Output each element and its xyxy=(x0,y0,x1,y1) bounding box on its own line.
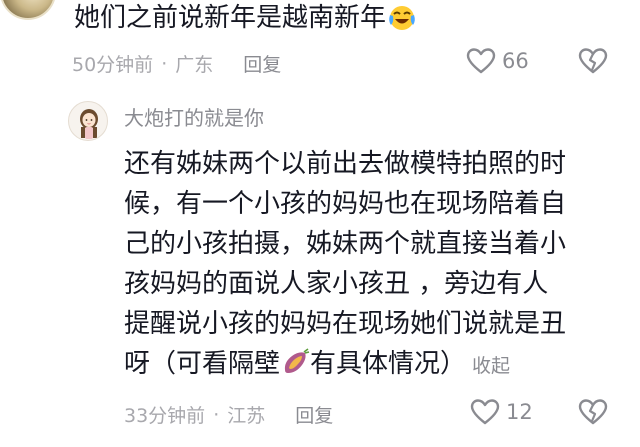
comment-content: 她们之前说新年是越南新年 xyxy=(74,3,387,33)
comment-line: 候，有一个小孩的妈妈也在现场陪着自 xyxy=(124,189,567,219)
reply-button[interactable]: 回复 xyxy=(243,50,281,77)
meta-separator: · xyxy=(161,52,168,75)
like-count: 66 xyxy=(502,49,529,73)
comment-thread: 她们之前说新年是越南新年 50分钟前 · 广东 回复 66 大炮打的就是你 还有… xyxy=(0,0,640,447)
comment-location: 江苏 xyxy=(227,405,266,427)
comment-line: 孩妈妈的面说人家小孩丑 ，旁边有人 xyxy=(124,269,549,299)
heart-outline-icon xyxy=(470,399,500,425)
comment-meta: 33分钟前 · 江苏 回复 xyxy=(124,401,333,428)
avatar[interactable] xyxy=(0,0,56,20)
comment-meta: 50分钟前 · 广东 回复 xyxy=(72,50,281,77)
broken-heart-icon[interactable] xyxy=(578,47,608,75)
comment-line: 还有姊妹两个以前出去做模特拍照的时 xyxy=(124,149,567,179)
comment-location: 广东 xyxy=(175,54,214,76)
comment-text: 她们之前说新年是越南新年 xyxy=(74,0,416,36)
comment-time: 33分钟前 xyxy=(124,405,206,427)
reply-button[interactable]: 回复 xyxy=(295,401,333,428)
comment-line: 提醒说小孩的妈妈在现场她们说就是丑 xyxy=(124,309,567,339)
girl-cartoon-avatar-icon xyxy=(80,109,98,139)
like-button[interactable]: 12 xyxy=(470,398,533,426)
like-button[interactable]: 66 xyxy=(466,47,529,75)
comment-text: 还有姊妹两个以前出去做模特拍照的时 候，有一个小孩的妈妈也在现场陪着自 己的小孩… xyxy=(124,144,616,384)
username[interactable]: 大炮打的就是你 xyxy=(124,104,264,132)
heart-outline-icon xyxy=(466,48,496,74)
broken-heart-icon[interactable] xyxy=(578,398,608,426)
laughing-crying-emoji-icon xyxy=(389,6,415,30)
sweet-potato-icon xyxy=(284,348,310,373)
comment-line: 己的小孩拍摄，姊妹两个就直接当着小 xyxy=(124,229,567,259)
comment-line: 呀（可看隔壁 有具体情况） 收起 xyxy=(124,344,616,384)
comment-time: 50分钟前 xyxy=(72,54,154,76)
avatar[interactable] xyxy=(68,101,108,141)
meta-separator: · xyxy=(213,403,220,426)
collapse-button[interactable]: 收起 xyxy=(472,355,510,377)
comment-line-part: 呀（可看隔壁 xyxy=(124,349,281,379)
comment-line-part: 有具体情况） xyxy=(310,349,467,379)
like-count: 12 xyxy=(506,400,533,424)
